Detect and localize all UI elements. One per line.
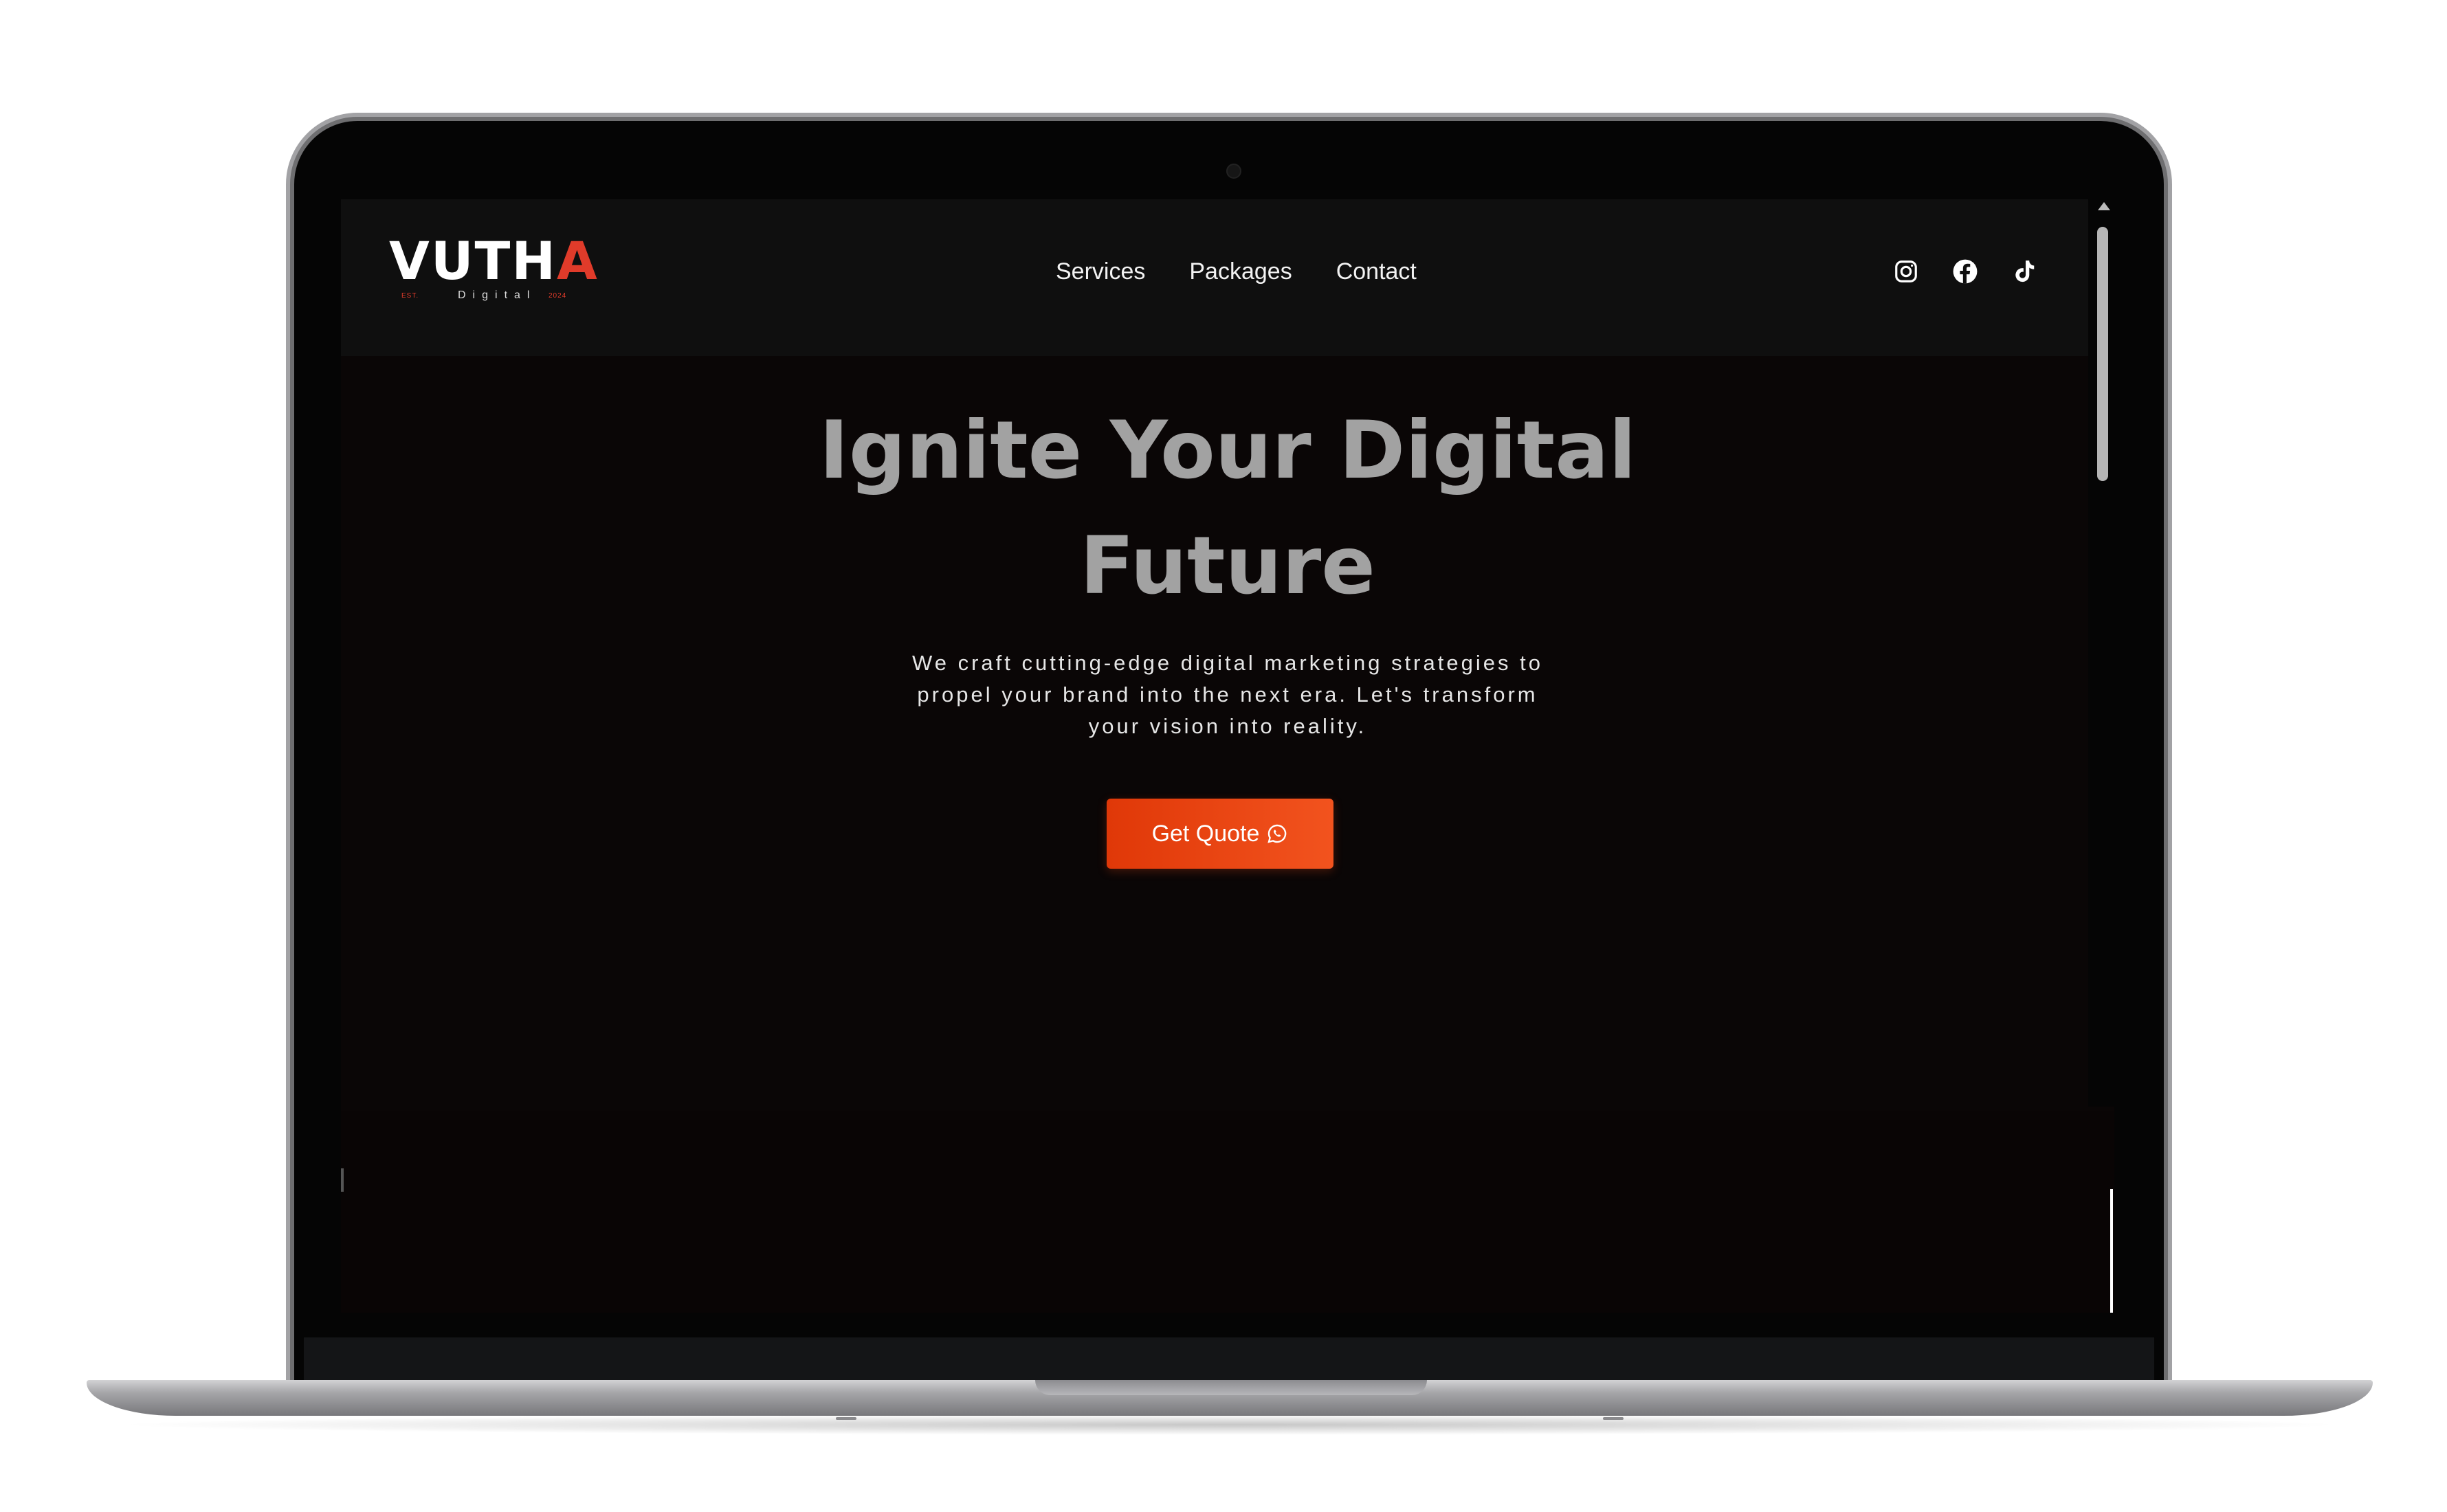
hero-description: We craft cutting-edge digital marketing …: [341, 647, 2114, 742]
next-section: [341, 1111, 2114, 1313]
hero-title-line: Ignite Your Digital: [819, 404, 1637, 497]
brand-tagline: Digital: [458, 289, 537, 301]
scrollbar-thumb[interactable]: [2097, 227, 2108, 481]
nav-link-packages[interactable]: Packages: [1189, 254, 1292, 289]
hero-title: Ignite Your Digital Future: [341, 393, 2114, 624]
scroll-up-arrow[interactable]: [2098, 202, 2110, 210]
hero-description-line: your vision into reality.: [1088, 714, 1367, 738]
hinge-notch: [1035, 1380, 1427, 1395]
nav-link-contact[interactable]: Contact: [1336, 254, 1417, 289]
instagram-icon[interactable]: [1893, 258, 1919, 285]
hero-description-line: propel your brand into the next era. Let…: [917, 682, 1538, 707]
base-shadow: [110, 1414, 2351, 1435]
hero-description-line: We craft cutting-edge digital marketing …: [912, 651, 1543, 675]
brand-wordmark: VUTHA: [389, 230, 599, 291]
camera-icon: [1226, 164, 1241, 179]
page-edge-marker: [341, 1168, 344, 1192]
brand-est-left: EST.: [401, 292, 419, 300]
nav-link-services[interactable]: Services: [1056, 254, 1145, 289]
tiktok-icon[interactable]: [2011, 258, 2037, 285]
laptop-foot: [1603, 1417, 1624, 1420]
get-quote-label: Get Quote: [1151, 820, 1260, 847]
brand-est-right: 2024: [549, 292, 567, 300]
site-header: VUTHA EST. Digital 2024 Services Package…: [341, 199, 2114, 356]
page-edge-line: [2110, 1189, 2113, 1313]
hero-title-line: Future: [1080, 520, 1375, 612]
browser-viewport: VUTHA EST. Digital 2024 Services Package…: [341, 199, 2114, 1313]
social-links: [1893, 258, 2037, 285]
laptop-lid: VUTHA EST. Digital 2024 Services Package…: [294, 121, 2164, 1389]
get-quote-button[interactable]: Get Quote: [1107, 799, 1333, 869]
laptop-base: [87, 1380, 2373, 1416]
laptop-foot: [836, 1417, 856, 1420]
facebook-icon[interactable]: [1952, 258, 1978, 285]
brand-logo[interactable]: VUTHA EST. Digital 2024: [389, 234, 597, 302]
whatsapp-icon: [1267, 824, 1287, 843]
main-nav: Services Packages Contact: [1056, 254, 1417, 289]
